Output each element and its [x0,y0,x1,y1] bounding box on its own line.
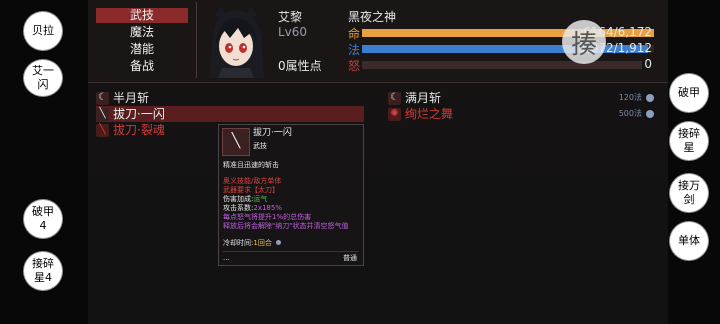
rage-value: 0 [644,57,652,71]
character-name: 艾黎 [278,10,303,24]
rage-bar-track [362,61,642,69]
left-button-2-label: 艾一闪 [32,64,54,91]
seal-icon[interactable]: 揍 [562,20,606,64]
tooltip-description: 精准且迅速的斩击 [223,161,279,169]
character-level: Lv60 [278,25,308,39]
tooltip-skill-name: 拔刀·一闪 [253,128,292,138]
right-button-2[interactable]: 接碎星 [670,122,708,160]
cooldown-value: 1回合 [253,239,272,247]
tooltip-divider [223,251,359,252]
left-button-3[interactable]: 破甲4 [24,200,62,238]
skill-battou-issen[interactable]: ╲ 拔刀·一闪 [96,106,364,122]
right-button-4-label: 单体 [678,234,700,247]
rage-row: 怒 0 [348,57,654,73]
left-button-4[interactable]: 接碎星4 [24,252,62,290]
header-divider [196,2,197,78]
hp-label: 命 [348,27,361,41]
menu-tab-potential[interactable]: 潜能 [96,42,188,57]
skill-full-moon-slash[interactable]: ☾ 满月斩 120法 [388,90,654,106]
cooldown-label: 冷却时间: [223,239,254,247]
tooltip-cooldown: 冷却时间:1回合 [223,239,282,249]
skill-cost: 120法 [618,93,642,102]
tooltip-skill-slash-icon: ╲ [222,128,250,156]
fullmoon-icon: ☾ [388,91,401,105]
character-portrait [200,2,272,78]
mp-label: 法 [348,43,361,57]
rage-label: 怒 [348,59,361,73]
menu-tab-preparation[interactable]: 备战 [96,59,188,74]
skill-name: 拔刀·裂魂 [113,123,165,137]
left-button-2[interactable]: 艾一闪 [24,60,62,96]
menu-tab-martial[interactable]: 武技 [96,8,188,23]
skill-name: 拔刀·一闪 [113,107,165,121]
left-button-3-label: 破甲4 [32,205,54,232]
mp-row: 法 1,872/1,912 [348,41,654,57]
cooldown-orb-icon [276,240,282,245]
character-title: 黑夜之神 [348,10,397,24]
attribute-points: 0属性点 [278,59,322,73]
left-button-4-label: 接碎星4 [32,257,54,284]
slash-red-icon: ╲ [96,123,109,137]
skill-name: 满月斩 [405,91,442,105]
right-button-1[interactable]: 破甲 [670,74,708,112]
crescent-icon: ☾ [96,91,109,105]
skill-half-moon-slash[interactable]: ☾ 半月斩 [96,90,364,106]
slash-icon: ╲ [96,107,109,121]
skill-cost: 500法 [618,109,642,118]
mana-orb-icon [646,94,654,102]
tooltip-line-6: 释放后将会解除"纳刀"状态并清空怒气值 [223,222,349,230]
skill-tooltip: ╲ 拔刀·一闪 武技 精准且迅速的斩击 奥义技能/敌方单体 武器要求【太刀】 伤… [218,124,364,266]
skill-name: 半月斩 [113,91,150,105]
left-button-1-label: 贝拉 [32,24,54,37]
tooltip-footer-left: ... [223,254,230,262]
right-button-3[interactable]: 接万剑 [670,174,708,212]
right-button-2-label: 接碎星 [678,127,700,154]
hp-row: 命 6164/6,172 [348,25,654,41]
skill-brilliant-dance[interactable]: ✺ 绚烂之舞 500法 [388,106,654,122]
left-button-1[interactable]: 贝拉 [24,12,62,50]
dance-icon: ✺ [388,107,401,121]
menu-tab-magic[interactable]: 魔法 [96,25,188,40]
right-button-1-label: 破甲 [678,86,700,99]
tooltip-rarity: 普通 [343,254,357,262]
skill-name: 绚烂之舞 [405,107,454,121]
right-button-4[interactable]: 单体 [670,222,708,260]
tooltip-skill-type: 武技 [253,142,267,150]
right-button-3-label: 接万剑 [678,179,700,206]
mana-orb-icon [646,110,654,118]
seal-glyph: 揍 [570,29,597,60]
